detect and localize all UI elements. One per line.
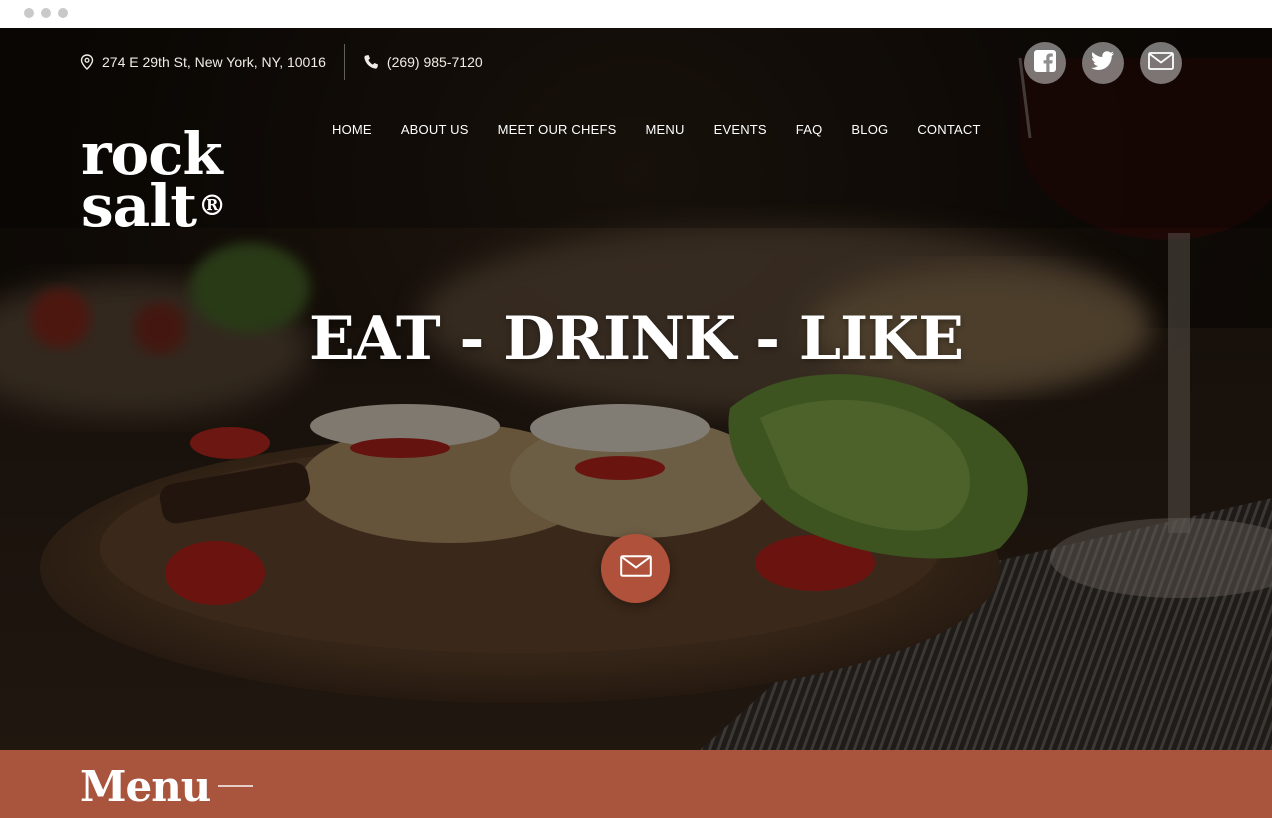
registered-mark: ® <box>198 189 226 222</box>
section-title: Menu <box>80 762 211 811</box>
social-links <box>1024 42 1182 84</box>
email-button[interactable] <box>1140 42 1182 84</box>
nav-item-faq[interactable]: FAQ <box>796 122 823 137</box>
menu-section-header: Menu <box>0 750 1272 818</box>
location-pin-icon <box>80 54 94 70</box>
divider <box>343 44 345 80</box>
window-dot <box>24 8 34 18</box>
nav-item-menu[interactable]: MENU <box>646 122 685 137</box>
hero-headline: EAT - DRINK - LIKE <box>308 304 964 374</box>
mail-icon <box>1148 51 1174 75</box>
address-item: 274 E 29th St, New York, NY, 10016 <box>80 54 326 70</box>
window-dot <box>58 8 68 18</box>
nav-item-meet-our-chefs[interactable]: MEET OUR CHEFS <box>498 122 617 137</box>
address-text: 274 E 29th St, New York, NY, 10016 <box>102 54 326 70</box>
phone-icon <box>363 54 379 70</box>
twitter-button[interactable] <box>1082 42 1124 84</box>
facebook-icon <box>1033 49 1057 78</box>
logo-word-salt: salt <box>81 172 197 240</box>
nav-item-events[interactable]: EVENTS <box>714 122 767 137</box>
facebook-button[interactable] <box>1024 42 1066 84</box>
nav-item-contact[interactable]: CONTACT <box>917 122 980 137</box>
nav-item-blog[interactable]: BLOG <box>851 122 888 137</box>
phone-text: (269) 985-7120 <box>386 54 483 70</box>
nav-item-about-us[interactable]: ABOUT US <box>401 122 469 137</box>
contact-bar: 274 E 29th St, New York, NY, 10016 (269)… <box>80 44 483 80</box>
hero-section: 274 E 29th St, New York, NY, 10016 (269)… <box>0 28 1272 750</box>
hero-email-button[interactable] <box>601 534 670 603</box>
phone-item[interactable]: (269) 985-7120 <box>363 54 483 70</box>
envelope-icon <box>619 555 652 582</box>
window-dot <box>41 8 51 18</box>
twitter-icon <box>1091 50 1115 76</box>
browser-chrome <box>0 0 1272 28</box>
main-navigation: HOME ABOUT US MEET OUR CHEFS MENU EVENTS… <box>332 122 981 137</box>
nav-item-home[interactable]: HOME <box>332 122 372 137</box>
title-rule <box>218 785 253 787</box>
site-logo[interactable]: rock salt ® <box>81 125 226 240</box>
